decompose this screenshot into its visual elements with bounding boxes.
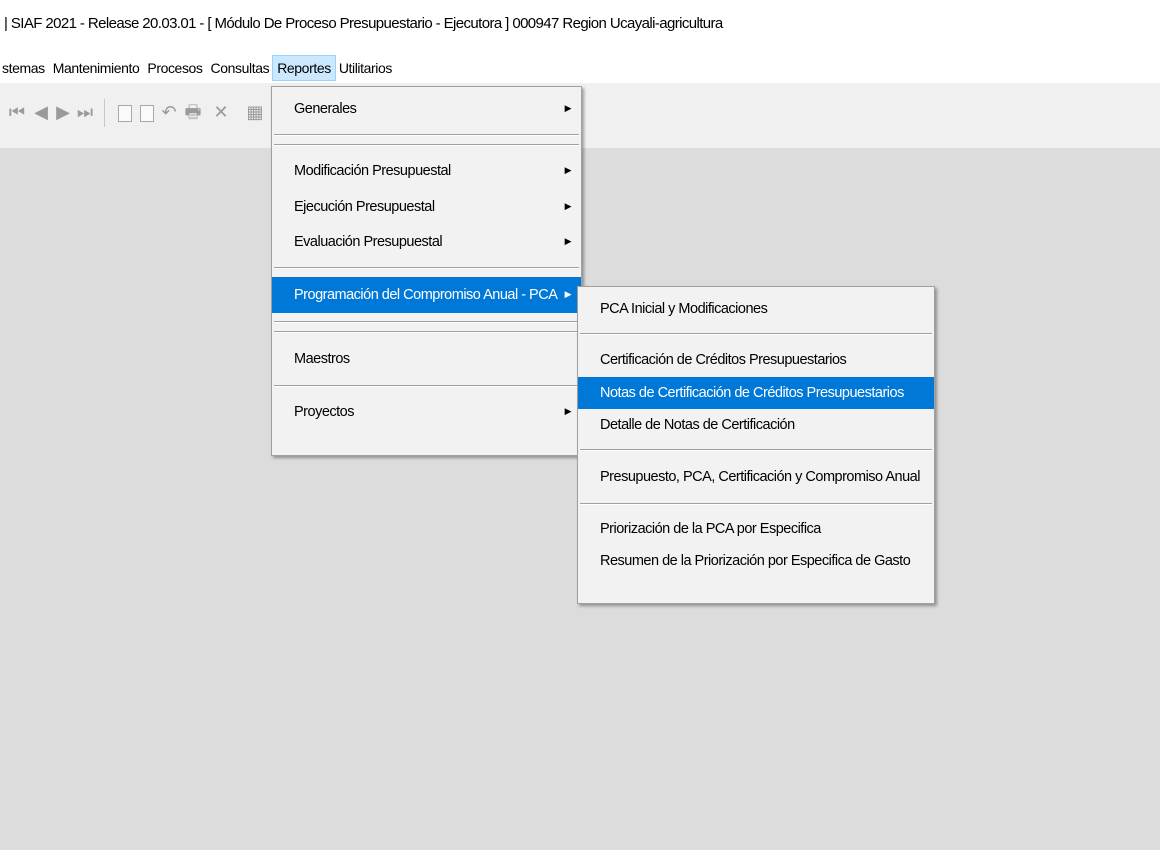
- submenu-arrow-icon: ▶: [564, 407, 572, 417]
- menu-item-resumen-priorizacion[interactable]: Resumen de la Priorización por Especific…: [578, 545, 934, 577]
- submenu-arrow-icon: ▶: [564, 104, 572, 114]
- menu-separator: [580, 333, 932, 335]
- menu-item-label: Certificación de Créditos Presupuestario…: [600, 352, 847, 368]
- next-record-icon[interactable]: ▶: [54, 101, 72, 125]
- window-title-bar: | SIAF 2021 - Release 20.03.01 - [ Módul…: [0, 0, 1160, 46]
- menu-reportes[interactable]: Reportes: [272, 55, 336, 81]
- menu-item-maestros[interactable]: Maestros: [272, 341, 581, 377]
- menu-item-label: Presupuesto, PCA, Certificación y Compro…: [600, 469, 920, 485]
- menu-item-label: Notas de Certificación de Créditos Presu…: [600, 385, 904, 401]
- new-document-icon[interactable]: [118, 105, 132, 122]
- last-record-icon[interactable]: ⏭: [76, 101, 94, 125]
- pca-submenu: PCA Inicial y Modificaciones Certificaci…: [577, 286, 935, 604]
- menu-item-label: Resumen de la Priorización por Especific…: [600, 553, 911, 569]
- menu-utilitarios[interactable]: Utilitarios: [335, 56, 396, 80]
- menu-separator: [580, 503, 932, 505]
- menu-consultas[interactable]: Consultas: [207, 56, 274, 80]
- toolbar-separator: [104, 99, 105, 127]
- first-record-icon[interactable]: ⏮: [8, 101, 26, 125]
- menu-separator: [274, 331, 579, 333]
- submenu-arrow-icon: ▶: [564, 166, 572, 176]
- copy-icon[interactable]: [140, 105, 154, 122]
- menu-item-proyectos[interactable]: Proyectos ▶: [272, 395, 581, 429]
- menu-item-presupuesto-pca[interactable]: Presupuesto, PCA, Certificación y Compro…: [578, 459, 934, 495]
- menu-separator: [274, 144, 579, 146]
- window-title: | SIAF 2021 - Release 20.03.01 - [ Módul…: [4, 14, 723, 32]
- previous-record-icon[interactable]: ◀: [32, 101, 50, 125]
- menu-item-label: Ejecución Presupuestal: [294, 199, 435, 215]
- menu-separator: [274, 321, 579, 323]
- menu-item-label: Programación del Compromiso Anual - PCA: [294, 287, 558, 303]
- menu-sistemas[interactable]: stemas: [0, 56, 49, 80]
- menu-separator: [274, 385, 579, 387]
- menu-item-pca-inicial[interactable]: PCA Inicial y Modificaciones: [578, 293, 934, 325]
- print-icon[interactable]: 🖶: [184, 101, 202, 125]
- submenu-arrow-icon: ▶: [564, 202, 572, 212]
- reportes-menu: Generales ▶ Modificación Presupuestal ▶ …: [271, 86, 582, 456]
- menu-item-label: Generales: [294, 101, 357, 117]
- menu-item-pca[interactable]: Programación del Compromiso Anual - PCA …: [272, 277, 581, 313]
- menu-mantenimiento[interactable]: Mantenimiento: [49, 56, 144, 80]
- menu-separator: [274, 134, 579, 136]
- menu-item-evaluacion-presupuestal[interactable]: Evaluación Presupuestal ▶: [272, 225, 581, 259]
- undo-icon[interactable]: ↶: [160, 101, 178, 125]
- menu-item-label: Detalle de Notas de Certificación: [600, 417, 795, 433]
- save-icon[interactable]: ▦: [246, 101, 264, 125]
- menu-item-notas-certificacion[interactable]: Notas de Certificación de Créditos Presu…: [578, 377, 934, 409]
- menu-item-label: PCA Inicial y Modificaciones: [600, 301, 768, 317]
- submenu-arrow-icon: ▶: [564, 237, 572, 247]
- menu-item-label: Maestros: [294, 351, 350, 367]
- menu-item-label: Modificación Presupuestal: [294, 163, 451, 179]
- menu-bar: stemas Mantenimiento Procesos Consultas …: [0, 55, 1160, 81]
- menu-item-detalle-notas[interactable]: Detalle de Notas de Certificación: [578, 409, 934, 441]
- submenu-arrow-icon: ▶: [564, 290, 572, 300]
- menu-separator: [580, 449, 932, 451]
- menu-item-label: Proyectos: [294, 404, 354, 420]
- menu-separator: [274, 267, 579, 269]
- menu-item-label: Evaluación Presupuestal: [294, 234, 443, 250]
- menu-item-certificacion[interactable]: Certificación de Créditos Presupuestario…: [578, 343, 934, 377]
- menu-item-label: Priorización de la PCA por Especifica: [600, 521, 821, 537]
- menu-item-generales[interactable]: Generales ▶: [272, 93, 581, 126]
- menu-item-ejecucion-presupuestal[interactable]: Ejecución Presupuestal ▶: [272, 189, 581, 225]
- menu-item-priorizacion[interactable]: Priorización de la PCA por Especifica: [578, 513, 934, 545]
- delete-icon[interactable]: ✕: [212, 101, 230, 125]
- menu-procesos[interactable]: Procesos: [143, 56, 206, 80]
- menu-item-modificacion-presupuestal[interactable]: Modificación Presupuestal ▶: [272, 154, 581, 189]
